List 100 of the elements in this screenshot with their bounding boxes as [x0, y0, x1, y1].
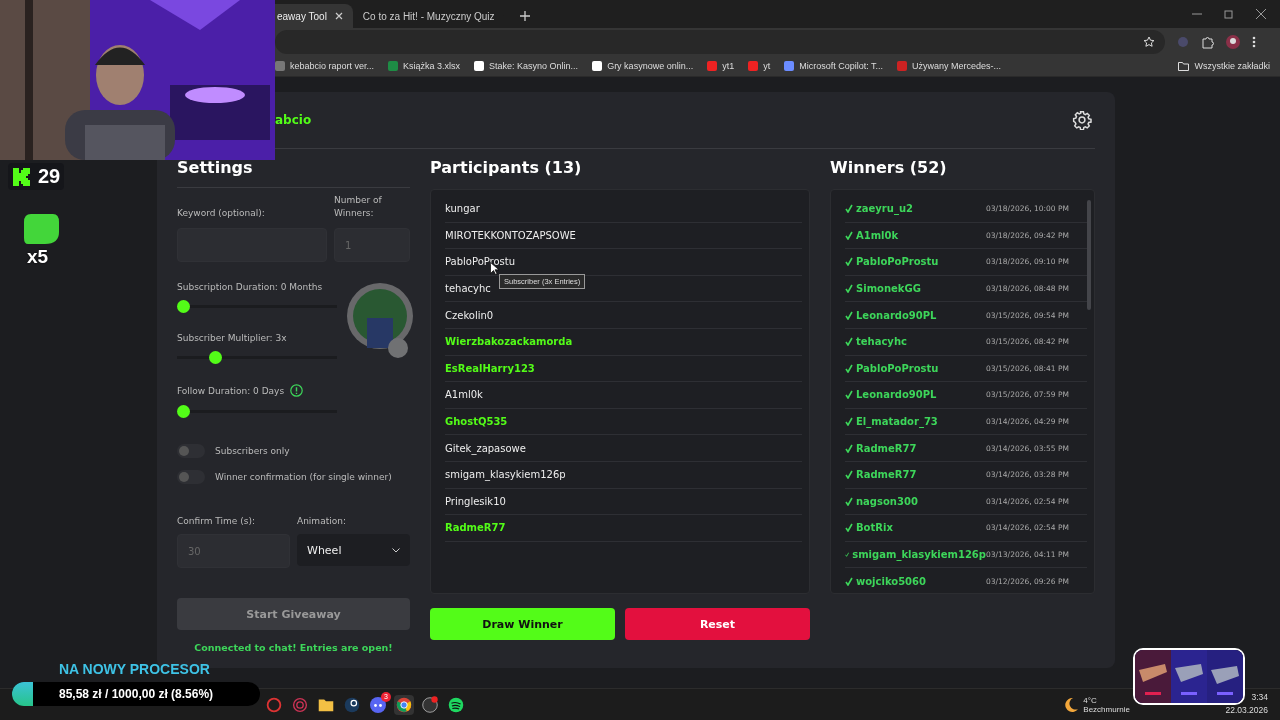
check-icon	[845, 470, 853, 480]
winner-name: nagson300	[856, 495, 918, 507]
chevron-icon	[392, 547, 400, 553]
recorder-icon[interactable]	[420, 694, 440, 715]
section-heading: Winners (52)	[830, 157, 948, 179]
bookmark[interactable]: Używany Mercedes-...	[897, 61, 1002, 71]
clock-date: 22.03.2026	[1225, 704, 1268, 717]
section-heading: Participants (13)	[430, 157, 583, 179]
all-bookmarks[interactable]: Wszystkie zakładki	[1178, 61, 1270, 71]
check-icon	[845, 523, 853, 533]
check-icon	[845, 363, 853, 373]
participant-name: smigam_klasykiem126p	[445, 469, 566, 481]
participant-name: RadmeR77	[445, 522, 506, 534]
participant-name: Wierzbakozackamorda	[445, 336, 573, 348]
browser-icon[interactable]	[394, 694, 414, 715]
check-icon	[845, 204, 853, 214]
check-icon	[845, 550, 850, 559]
app-title: abcio	[275, 113, 312, 127]
info-icon[interactable]	[290, 384, 304, 397]
close-icon[interactable]	[334, 12, 343, 20]
bookmark[interactable]: Książka 3.xlsx	[388, 61, 461, 71]
check-icon	[845, 310, 853, 320]
bookmark[interactable]: yt	[748, 61, 771, 71]
winner-name: El_matador_73	[856, 416, 938, 428]
close-icon[interactable]	[1256, 9, 1266, 19]
slider-thumb[interactable]	[177, 405, 190, 418]
status-message: Connected to chat! Entries are open!	[193, 642, 394, 653]
follower-count: 29	[38, 165, 61, 188]
winner-name: A1ml0k	[856, 229, 899, 241]
check-icon	[845, 257, 853, 267]
participant-name: Czekolin0	[445, 309, 494, 321]
check-icon	[845, 337, 853, 347]
winners-count-field[interactable]: 1	[334, 228, 410, 262]
winner-name: Leonardo90PL	[856, 309, 937, 321]
toggle-switch[interactable]	[177, 444, 205, 458]
settings-icon[interactable]	[1072, 110, 1092, 130]
check-icon	[845, 443, 853, 453]
bookmark[interactable]: Stake: Kasyno Onlin...	[474, 61, 579, 71]
animation-dropdown[interactable]: Wheel	[297, 534, 410, 566]
confirm-time-field[interactable]: 30	[177, 534, 290, 568]
clock-time: 3:34	[1250, 691, 1268, 704]
winner-name: smigam_klasykiem126p	[852, 549, 986, 560]
winner-name: BotRix	[856, 522, 893, 534]
participant-name: kungar	[445, 203, 480, 215]
field-label: Confirm Time (s):	[177, 516, 256, 526]
goal-progress-text: 85,58 zł / 1000,00 zł (8.56%)	[59, 687, 214, 701]
browser-tab[interactable]: eaway Tool	[275, 4, 353, 28]
winner-name: PabloPoProstu	[856, 362, 939, 374]
check-icon	[845, 390, 853, 400]
menu-icon[interactable]	[1252, 36, 1256, 48]
winner-name: Leonardo90PL	[856, 389, 937, 401]
participant-name: GhostQ535	[445, 416, 508, 428]
restore-icon[interactable]	[1224, 9, 1234, 19]
slider-label: Subscription Duration: 0 Months	[177, 282, 323, 292]
check-icon	[845, 230, 853, 240]
winner-name: tehacyhc	[856, 336, 907, 348]
avatar-icon[interactable]	[1226, 35, 1240, 49]
puzzle-icon[interactable]	[1201, 35, 1214, 49]
emote-icon	[23, 212, 60, 246]
participant-name: tehacyhc	[445, 283, 491, 295]
participant-name: MIROTEKKONTOZAPSOWE	[445, 229, 576, 241]
browser-tab[interactable]: Co to za Hit! - Muzyczny Quiz	[352, 4, 513, 28]
participant-name: Gitek_zapasowe	[445, 442, 526, 454]
slider-thumb[interactable]	[177, 300, 190, 313]
reset-button[interactable]: Reset	[625, 608, 810, 640]
winner-name: RadmeR77	[856, 469, 917, 481]
star-icon[interactable]	[1143, 36, 1155, 48]
winner-name: wojciko5060	[856, 575, 926, 587]
participant-name: PabloPoProstu	[445, 256, 516, 268]
toggle-label: Subscribers only	[215, 446, 290, 456]
bookmark[interactable]: yt1	[707, 61, 735, 71]
bookmark[interactable]: Gry kasynowe onlin...	[592, 61, 694, 71]
check-icon	[845, 576, 853, 586]
field-label: Keyword (optional):	[177, 207, 266, 220]
winner-name: PabloPoProstu	[856, 256, 939, 268]
logo-icon	[12, 166, 32, 187]
winner-name: RadmeR77	[856, 442, 917, 454]
draw-winner-button[interactable]: Draw Winner	[430, 608, 615, 640]
bookmark[interactable]: kebabcio raport ver...	[275, 61, 375, 71]
moon-icon	[1063, 696, 1080, 713]
temperature: 4°C	[1083, 695, 1098, 705]
check-icon	[845, 417, 853, 427]
participant-name: Pringlesik10	[445, 495, 506, 507]
participant-name: EsRealHarry123	[445, 362, 535, 374]
emote-multiplier: x5	[27, 246, 49, 268]
winner-name: zaeyru_u2	[856, 203, 913, 215]
slider-label: Follow Duration: 0 Days	[177, 385, 285, 396]
participant-name: A1ml0k	[445, 389, 483, 401]
slider-thumb[interactable]	[209, 351, 223, 364]
scrollbar[interactable]	[1087, 200, 1091, 310]
field-label: Number of Winners:	[334, 194, 383, 220]
field-label: Animation:	[297, 516, 347, 526]
check-icon	[845, 496, 853, 506]
toggle-label: Winner confirmation (for single winner)	[215, 472, 392, 482]
weather-text: Bezchmurnie	[1083, 704, 1130, 714]
toggle-switch[interactable]	[177, 470, 205, 484]
slider-label: Subscriber Multiplier: 3x	[177, 333, 287, 343]
check-icon	[845, 284, 853, 294]
winner-name: SimonekGG	[856, 283, 921, 295]
bookmark[interactable]: Microsoft Copilot: T...	[784, 61, 884, 71]
